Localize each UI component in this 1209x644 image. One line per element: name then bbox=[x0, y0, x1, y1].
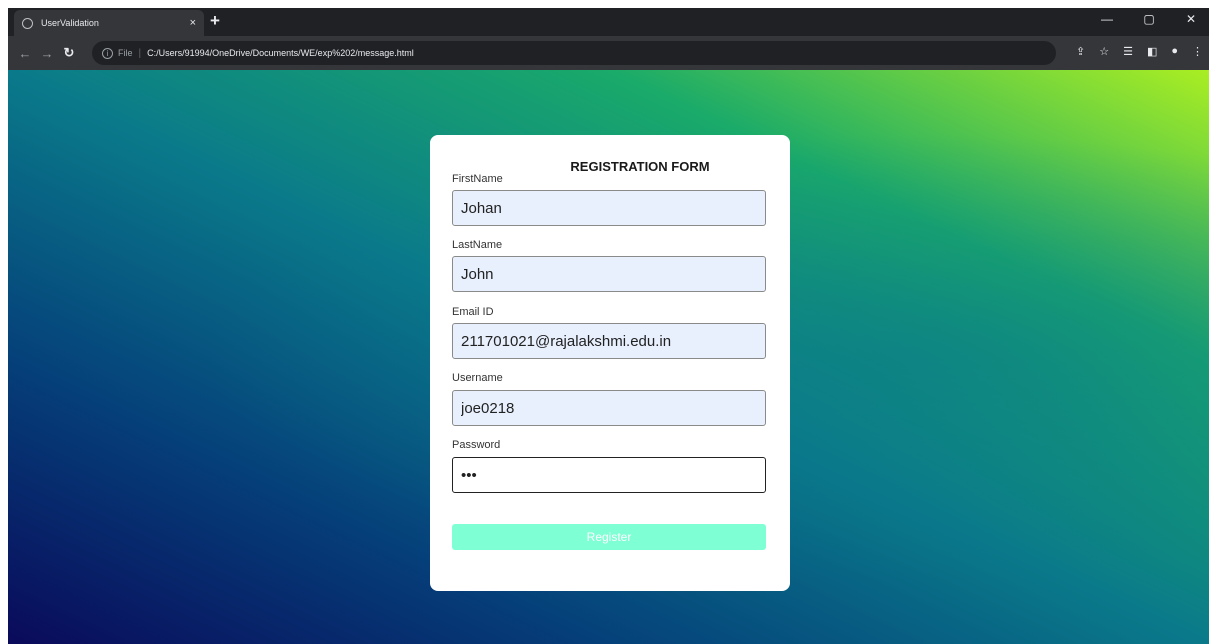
page-viewport: REGISTRATION FORM FirstName LastName Ema… bbox=[8, 70, 1209, 644]
email-input[interactable] bbox=[452, 323, 766, 359]
tab-close-icon[interactable]: × bbox=[190, 17, 196, 29]
username-input[interactable] bbox=[452, 390, 766, 426]
window-controls: — ▢ ✕ bbox=[1095, 12, 1203, 26]
back-arrow-icon[interactable]: ← bbox=[14, 46, 36, 61]
globe-icon bbox=[22, 17, 33, 29]
new-tab-button[interactable]: + bbox=[210, 12, 220, 30]
lastname-input[interactable] bbox=[452, 256, 766, 292]
url-separator: | bbox=[138, 47, 142, 59]
close-window-button[interactable]: ✕ bbox=[1179, 12, 1203, 26]
form-title: REGISTRATION FORM bbox=[570, 159, 710, 174]
forward-arrow-icon[interactable]: → bbox=[36, 46, 58, 61]
reading-list-icon[interactable]: ☰ bbox=[1123, 45, 1133, 58]
bookmark-star-icon[interactable]: ☆ bbox=[1099, 45, 1109, 58]
browser-toolbar: ← → ↻ i File | C:/Users/91994/OneDrive/D… bbox=[8, 36, 1209, 70]
lastname-label: LastName bbox=[452, 239, 503, 251]
password-label: Password bbox=[452, 439, 501, 451]
minimize-button[interactable]: — bbox=[1095, 12, 1119, 26]
username-label: Username bbox=[452, 372, 503, 384]
menu-icon[interactable]: ⋮ bbox=[1192, 45, 1203, 58]
share-icon[interactable]: ⇪ bbox=[1076, 45, 1085, 58]
side-panel-icon[interactable]: ◧ bbox=[1147, 45, 1157, 58]
firstname-input[interactable] bbox=[452, 190, 766, 226]
firstname-label: FirstName bbox=[452, 173, 503, 185]
restore-button[interactable]: ▢ bbox=[1137, 12, 1161, 26]
tab-strip: UserValidation × + — ▢ ✕ bbox=[8, 8, 1209, 36]
tab-title: UserValidation bbox=[41, 18, 99, 28]
email-label: Email ID bbox=[452, 306, 494, 318]
info-icon[interactable]: i bbox=[102, 47, 113, 59]
registration-form: REGISTRATION FORM FirstName LastName Ema… bbox=[430, 135, 790, 591]
url-text[interactable]: C:/Users/91994/OneDrive/Documents/WE/exp… bbox=[147, 48, 414, 58]
toolbar-actions: ⇪ ☆ ☰ ◧ ● ⋮ bbox=[1076, 45, 1203, 58]
reload-icon[interactable]: ↻ bbox=[58, 45, 80, 61]
browser-tab[interactable]: UserValidation × bbox=[14, 10, 204, 36]
address-bar[interactable]: i File | C:/Users/91994/OneDrive/Documen… bbox=[92, 41, 1056, 65]
password-input[interactable] bbox=[452, 457, 766, 493]
browser-window: UserValidation × + — ▢ ✕ ← → ↻ i File | … bbox=[8, 8, 1209, 644]
register-button[interactable]: Register bbox=[452, 524, 766, 550]
profile-icon[interactable]: ● bbox=[1171, 45, 1178, 58]
url-scheme: File bbox=[118, 48, 133, 58]
